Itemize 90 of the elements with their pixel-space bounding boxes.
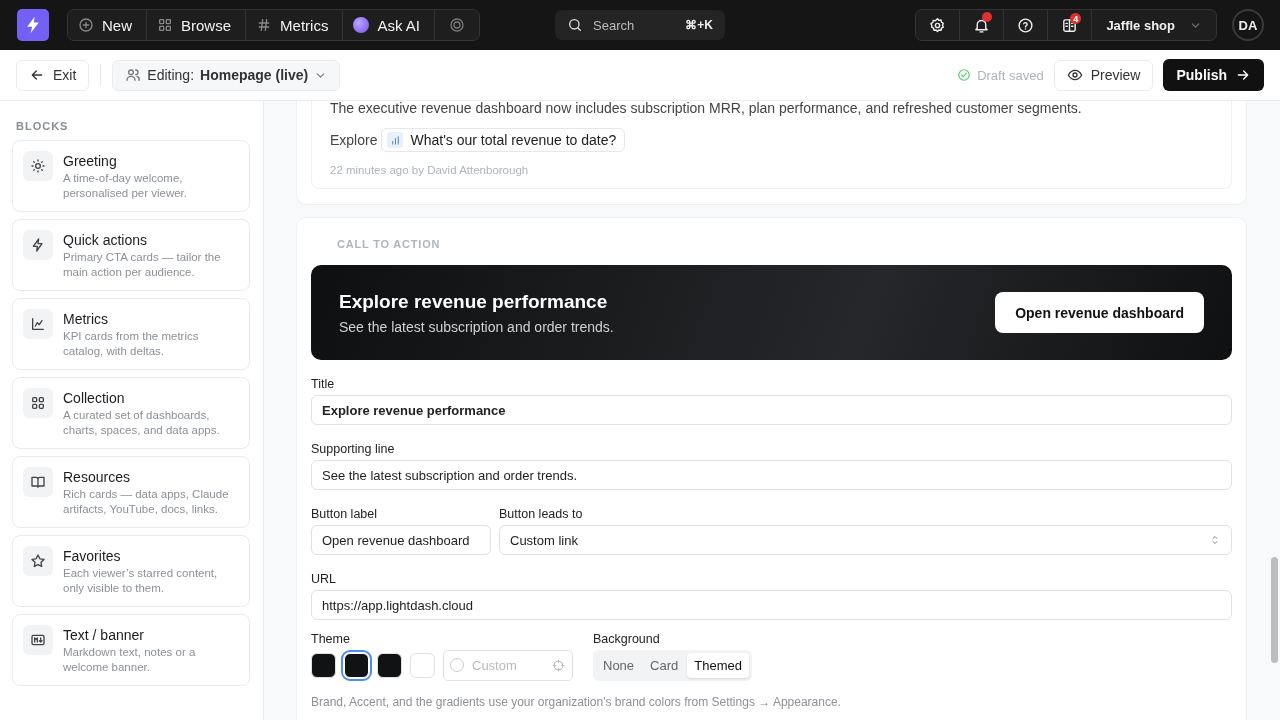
field-label: Theme <box>311 632 351 646</box>
block-card[interactable]: Collection A curated set of dashboards, charts, spaces, and data apps. <box>12 377 250 449</box>
banner-title: Explore revenue performance <box>339 290 609 313</box>
publish-button[interactable]: Publish <box>1163 59 1264 91</box>
block-title: Resources <box>63 469 131 485</box>
question-chip[interactable]: What's our total revenue to date? <box>381 128 626 152</box>
field-label: Button leads to <box>499 507 584 521</box>
block-title: Quick actions <box>63 232 149 248</box>
search-button[interactable]: Search ⌘+K <box>555 10 725 40</box>
theme-swatch[interactable] <box>377 653 402 678</box>
block-title: Text / banner <box>63 627 145 643</box>
grid-icon <box>30 395 46 411</box>
app-logo[interactable] <box>17 9 49 41</box>
block-card[interactable]: Favorites Each viewer’s starred content, only visible to them. <box>12 535 250 607</box>
custom-color-input[interactable]: Custom <box>443 650 573 681</box>
grid-icon <box>157 17 173 33</box>
block-card[interactable]: Greeting A time-of-day welcome, personalised per viewer. <box>12 140 250 212</box>
reports-button[interactable]: 4 <box>1048 10 1093 40</box>
user-avatar[interactable]: DA <box>1232 9 1264 41</box>
search-icon <box>567 17 583 33</box>
shortcut-label: ⌘+K <box>685 18 713 32</box>
background-option[interactable]: Card <box>643 653 686 678</box>
check-circle-icon <box>957 68 972 82</box>
field-label: Button label <box>311 507 379 521</box>
help-icon <box>1017 16 1035 34</box>
star-icon <box>30 553 46 569</box>
block-description: Markdown text, notes or a welcome banner. <box>63 645 197 675</box>
bar-chart-icon <box>389 134 401 146</box>
block-description: Primary CTA cards — tailor the main action per audience. <box>63 250 222 280</box>
block-title: Greeting <box>63 153 118 169</box>
theme-swatch[interactable] <box>311 653 336 678</box>
field-label: URL <box>311 572 337 586</box>
lightning-icon <box>30 237 46 253</box>
ai-orb-icon <box>353 17 370 33</box>
nav-button[interactable]: Ask AI <box>343 10 435 40</box>
eye-icon <box>1066 67 1083 83</box>
preview-button[interactable]: Preview <box>1053 59 1154 91</box>
block-description: KPI cards from the metrics catalog, with deltas. <box>63 329 200 359</box>
block-description: A time-of-day welcome, personalised per viewer. <box>63 171 188 201</box>
plus-icon <box>78 17 94 33</box>
background-option[interactable]: Themed <box>687 653 749 678</box>
arrow-left-icon <box>29 67 45 83</box>
block-description: Rich cards — data apps, Claude artifacts, YouTube, docs, links. <box>63 487 230 517</box>
save-status: Draft saved <box>977 67 1044 83</box>
block-card[interactable]: Metrics KPI cards from the metrics catalog, with deltas. <box>12 298 250 370</box>
settings-icon <box>929 16 947 34</box>
url-input[interactable]: https://app.lightdash.cloud <box>311 590 1232 620</box>
count-badge: 4 <box>1070 13 1082 24</box>
explore-label: Explore <box>330 132 378 148</box>
field-label: Background <box>593 632 661 646</box>
hint-text: Brand, Accent, and the gradients use your organization's brand colors from Settings → Appearance. <box>311 695 842 709</box>
nav-button[interactable]: Browse <box>147 10 247 40</box>
block-card[interactable]: Text / banner Markdown text, notes or a welcome banner. <box>12 614 250 686</box>
update-meta: 22 minutes ago by David Attenborough <box>330 164 530 176</box>
nav-button[interactable]: Metrics <box>246 10 344 40</box>
block-title: Favorites <box>63 548 122 564</box>
link-type-select[interactable]: Custom link <box>499 525 1232 555</box>
book-icon <box>30 474 46 490</box>
page-dropdown[interactable]: Editing: Homepage (live) <box>112 59 341 91</box>
button-label-input[interactable]: Open revenue dashboard <box>311 525 491 555</box>
block-card[interactable]: Quick actions Primary CTA cards — tailor the main action per audience. <box>12 219 250 291</box>
update-text: The executive revenue dashboard now includes subscription MRR, plan performance, and refreshed customer segments. <box>330 101 1083 115</box>
block-title: Metrics <box>63 311 110 327</box>
field-label: Title <box>311 377 336 391</box>
sun-icon <box>30 158 46 174</box>
chevron-updown-icon <box>1209 534 1221 546</box>
markdown-icon <box>30 632 46 648</box>
users-icon <box>125 67 142 83</box>
block-description: A curated set of dashboards, charts, spaces, and data apps. <box>63 408 221 438</box>
exit-button[interactable]: Exit <box>16 59 90 91</box>
block-title: Collection <box>63 390 126 406</box>
document-icon <box>1061 16 1079 34</box>
background-option[interactable]: None <box>596 653 642 678</box>
field-label: Supporting line <box>311 442 396 456</box>
banner-button[interactable]: Open revenue dashboard <box>995 292 1204 333</box>
banner-subtitle: See the latest subscription and order trends. <box>339 318 614 335</box>
scrollbar-thumb[interactable] <box>1271 557 1278 663</box>
section-heading: BLOCKS <box>16 120 70 132</box>
supporting-line-input[interactable]: See the latest subscription and order trends. <box>311 460 1232 490</box>
target-icon <box>448 17 465 33</box>
chart-icon <box>30 316 46 332</box>
section-heading: CALL TO ACTION <box>337 238 442 250</box>
theme-swatch[interactable] <box>410 653 435 678</box>
arrow-right-icon <box>1235 67 1251 83</box>
block-card[interactable]: Resources Rich cards — data apps, Claude artifacts, YouTube, docs, links. <box>12 456 250 528</box>
crosshair-icon <box>552 659 565 672</box>
title-input[interactable]: Explore revenue performance <box>311 395 1232 425</box>
workspace-dropdown[interactable]: Jaffle shop <box>1092 10 1216 40</box>
nav-button[interactable]: New <box>68 10 147 40</box>
block-description: Each viewer’s starred content, only visible to them. <box>63 566 219 596</box>
